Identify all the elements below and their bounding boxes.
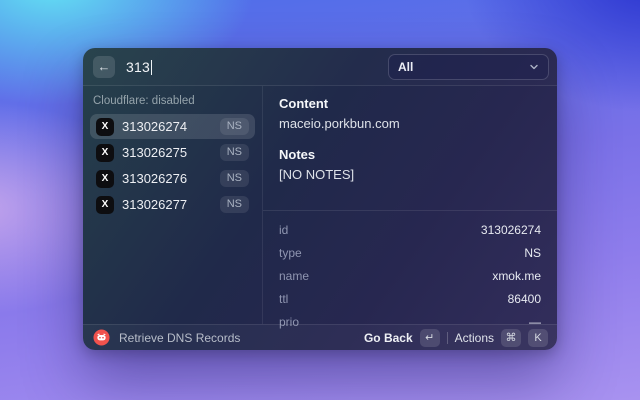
metadata-label: name xyxy=(279,269,309,283)
go-back-action[interactable]: Go Back xyxy=(364,331,413,345)
metadata-row: type NS xyxy=(279,241,541,264)
metadata-value: xmok.me xyxy=(492,269,541,283)
metadata-row: ttl 86400 xyxy=(279,287,541,310)
x-record-icon: X xyxy=(96,196,114,214)
search-bar: ← 313 All xyxy=(83,48,557,86)
launcher-window: ← 313 All Cloudflare: disabled X 3130262… xyxy=(83,48,557,350)
record-type-badge: NS xyxy=(220,144,249,161)
metadata-value: 86400 xyxy=(508,292,541,306)
detail-section-heading: Content xyxy=(279,96,541,111)
search-input[interactable]: 313 xyxy=(126,59,152,75)
metadata-label: id xyxy=(279,223,288,237)
record-type-badge: NS xyxy=(220,118,249,135)
metadata-row: id 313026274 xyxy=(279,218,541,241)
return-key-icon: ↵ xyxy=(420,329,440,347)
list-section-label: Cloudflare: disabled xyxy=(93,95,252,107)
detail-content: Content maceio.porkbun.com Notes [NO NOT… xyxy=(263,86,557,210)
record-id-label: 313026275 xyxy=(122,145,187,160)
x-record-icon: X xyxy=(96,170,114,188)
detail-section-heading: Notes xyxy=(279,147,541,162)
x-record-icon: X xyxy=(96,118,114,136)
metadata-table: id 313026274 type NS name xmok.me ttl 86… xyxy=(263,210,557,340)
window-body: Cloudflare: disabled X 313026274 NS X 31… xyxy=(83,86,557,324)
action-bar: Retrieve DNS Records Go Back ↵ Actions ⌘… xyxy=(83,324,557,350)
list-item[interactable]: X 313026276 NS xyxy=(90,166,255,191)
record-id-label: 313026276 xyxy=(122,171,187,186)
metadata-label: ttl xyxy=(279,292,288,306)
list-item[interactable]: X 313026275 NS xyxy=(90,140,255,165)
back-arrow-icon: ← xyxy=(98,59,111,74)
metadata-value: NS xyxy=(524,246,541,260)
list-item[interactable]: X 313026274 NS xyxy=(90,114,255,139)
chevron-down-icon xyxy=(529,62,539,72)
record-type-badge: NS xyxy=(220,196,249,213)
back-button[interactable]: ← xyxy=(93,56,115,78)
record-type-badge: NS xyxy=(220,170,249,187)
metadata-value: 313026274 xyxy=(481,223,541,237)
actions-menu-button[interactable]: Actions xyxy=(455,331,494,345)
text-caret xyxy=(151,60,153,75)
command-title: Retrieve DNS Records xyxy=(119,331,240,345)
list-item[interactable]: X 313026277 NS xyxy=(90,192,255,217)
detail-panel: Content maceio.porkbun.com Notes [NO NOT… xyxy=(263,86,557,324)
filter-dropdown[interactable]: All xyxy=(388,54,549,80)
record-id-label: 313026277 xyxy=(122,197,187,212)
results-list: Cloudflare: disabled X 313026274 NS X 31… xyxy=(83,86,263,324)
footer-actions: Go Back ↵ Actions ⌘ K xyxy=(364,329,548,347)
detail-section-value: [NO NOTES] xyxy=(279,167,541,182)
detail-section-value: maceio.porkbun.com xyxy=(279,116,541,131)
footer-divider xyxy=(447,332,448,344)
desktop-background: ← 313 All Cloudflare: disabled X 3130262… xyxy=(0,0,640,400)
record-id-label: 313026274 xyxy=(122,119,187,134)
command-key-icon: ⌘ xyxy=(501,329,521,347)
filter-dropdown-value: All xyxy=(398,60,523,74)
metadata-row: name xmok.me xyxy=(279,264,541,287)
x-record-icon: X xyxy=(96,144,114,162)
k-key-icon: K xyxy=(528,329,548,347)
metadata-label: type xyxy=(279,246,302,260)
porkbun-app-icon xyxy=(93,329,110,346)
